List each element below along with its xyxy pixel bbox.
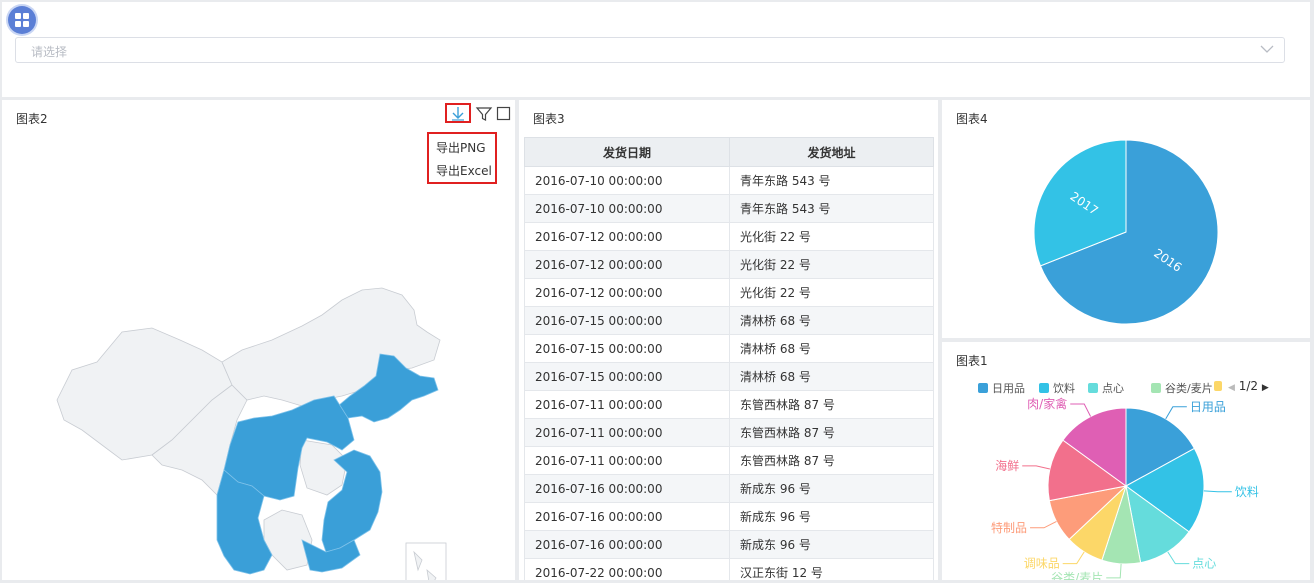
cell-ship-date: 2016-07-10 00:00:00: [524, 166, 730, 195]
cell-ship-date: 2016-07-16 00:00:00: [524, 474, 730, 503]
label-leader-line: [1203, 490, 1232, 493]
table-row[interactable]: 2016-07-16 00:00:00 新成东 96 号: [524, 530, 934, 559]
cell-ship-address: 东管西林路 87 号: [729, 446, 934, 475]
pie-years-panel: 图表4 2016 2017: [942, 100, 1310, 338]
cell-ship-date: 2016-07-15 00:00:00: [524, 334, 730, 363]
cell-ship-date: 2016-07-11 00:00:00: [524, 446, 730, 475]
cell-ship-date: 2016-07-16 00:00:00: [524, 502, 730, 531]
cell-ship-address: 清林桥 68 号: [729, 362, 934, 391]
pie-categories-chart: 日用品饮料点心谷类/麦片调味品 特制品 海鲜 肉/家禽: [991, 396, 1259, 580]
cell-ship-address: 清林桥 68 号: [729, 306, 934, 335]
cell-ship-address: 新成东 96 号: [729, 530, 934, 559]
slice-label: 肉/家禽: [1027, 396, 1067, 411]
pie-categories-panel: 图表1 日用品 饮料 点心 谷类/麦片 ◀ 1/2 ▶ 日用品 饮料 点心 谷类/麦片 调味品…: [942, 342, 1310, 580]
cell-ship-date: 2016-07-16 00:00:00: [524, 530, 730, 559]
table-row[interactable]: 2016-07-11 00:00:00 东管西林路 87 号: [524, 446, 934, 475]
filter-select[interactable]: 请选择: [15, 37, 1285, 63]
label-leader-line: [1062, 551, 1085, 565]
cell-ship-date: 2016-07-12 00:00:00: [524, 250, 730, 279]
label-leader-line: [1165, 406, 1187, 420]
data-table: 发货日期 发货地址 2016-07-10 00:00:00 青年东路 543 号2…: [524, 137, 934, 580]
table-row[interactable]: 2016-07-16 00:00:00 新成东 96 号: [524, 474, 934, 503]
column-header[interactable]: 发货日期: [524, 137, 730, 167]
table-row[interactable]: 2016-07-11 00:00:00 东管西林路 87 号: [524, 390, 934, 419]
label-leader-line: [1030, 520, 1057, 529]
cell-ship-address: 光化街 22 号: [729, 222, 934, 251]
label-leader-line: [1022, 465, 1050, 470]
label-leader-line: [1106, 563, 1122, 579]
table-row[interactable]: 2016-07-15 00:00:00 清林桥 68 号: [524, 362, 934, 391]
chevron-down-icon: [1260, 45, 1274, 53]
table-row[interactable]: 2016-07-22 00:00:00 汉正东街 12 号: [524, 558, 934, 580]
map-panel: 图表2 导出PNG 导出Excel: [2, 100, 515, 580]
slice-label: 点心: [1192, 557, 1216, 571]
slice-label: 饮料: [1235, 485, 1259, 499]
table-row[interactable]: 2016-07-12 00:00:00 光化街 22 号: [524, 222, 934, 251]
table-header-row: 发货日期 发货地址: [524, 137, 934, 167]
cell-ship-address: 新成东 96 号: [729, 474, 934, 503]
table-panel: 图表3 发货日期 发货地址 2016-07-10 00:00:00 青年东路 54…: [519, 100, 938, 580]
pie-years-chart: 20162017: [1033, 139, 1219, 325]
slice-label: 谷类/麦片: [1051, 571, 1103, 580]
table-row[interactable]: 2016-07-12 00:00:00 光化街 22 号: [524, 250, 934, 279]
slice-label: 海鲜: [995, 458, 1019, 473]
cell-ship-date: 2016-07-15 00:00:00: [524, 306, 730, 335]
table-row[interactable]: 2016-07-12 00:00:00 光化街 22 号: [524, 278, 934, 307]
table-row[interactable]: 2016-07-16 00:00:00 新成东 96 号: [524, 502, 934, 531]
label-leader-line: [1167, 551, 1190, 565]
cell-ship-address: 东管西林路 87 号: [729, 418, 934, 447]
cell-ship-address: 青年东路 543 号: [729, 166, 934, 195]
cell-ship-address: 光化街 22 号: [729, 250, 934, 279]
cell-ship-address: 东管西林路 87 号: [729, 390, 934, 419]
table-row[interactable]: 2016-07-15 00:00:00 清林桥 68 号: [524, 334, 934, 363]
table-row[interactable]: 2016-07-15 00:00:00 清林桥 68 号: [524, 306, 934, 335]
cell-ship-address: 光化街 22 号: [729, 278, 934, 307]
filter-bar: 请选择: [2, 2, 1310, 97]
cell-ship-date: 2016-07-11 00:00:00: [524, 418, 730, 447]
china-map: [56, 287, 447, 580]
cell-ship-date: 2016-07-22 00:00:00: [524, 558, 730, 580]
cell-ship-address: 清林桥 68 号: [729, 334, 934, 363]
cell-ship-date: 2016-07-12 00:00:00: [524, 222, 730, 251]
column-header[interactable]: 发货地址: [729, 137, 934, 167]
panel-title: 图表3: [533, 112, 565, 126]
label-leader-line: [1070, 403, 1092, 417]
slice-label: 特制品: [991, 520, 1027, 535]
slice-label: 日用品: [1190, 400, 1226, 414]
cell-ship-date: 2016-07-15 00:00:00: [524, 362, 730, 391]
cell-ship-date: 2016-07-12 00:00:00: [524, 278, 730, 307]
table-row[interactable]: 2016-07-10 00:00:00 青年东路 543 号: [524, 166, 934, 195]
cell-ship-date: 2016-07-11 00:00:00: [524, 390, 730, 419]
cell-ship-address: 新成东 96 号: [729, 502, 934, 531]
cell-ship-date: 2016-07-10 00:00:00: [524, 194, 730, 223]
cell-ship-address: 汉正东街 12 号: [729, 558, 934, 580]
select-placeholder: 请选择: [31, 45, 68, 59]
slice-label: 调味品: [1024, 557, 1060, 571]
table-row[interactable]: 2016-07-11 00:00:00 东管西林路 87 号: [524, 418, 934, 447]
cell-ship-address: 青年东路 543 号: [729, 194, 934, 223]
table-row[interactable]: 2016-07-10 00:00:00 青年东路 543 号: [524, 194, 934, 223]
grid-menu-icon[interactable]: [8, 6, 36, 34]
